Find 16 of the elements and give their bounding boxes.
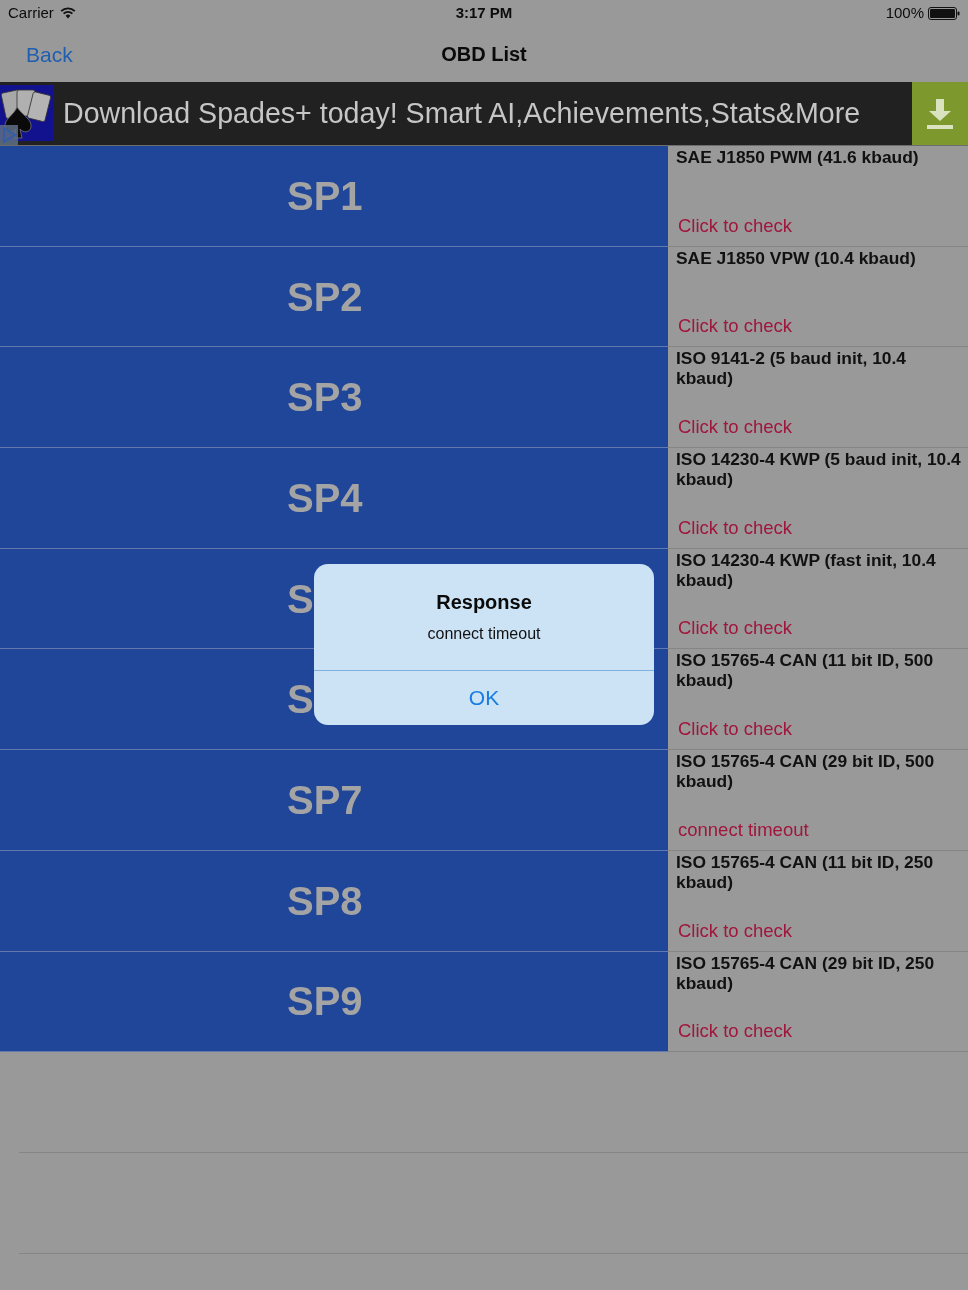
protocol-name: ISO 14230-4 KWP (fast init, 10.4 kbaud) bbox=[676, 549, 937, 590]
protocol-name: ISO 15765-4 CAN (29 bit ID, 250 kbaud) bbox=[676, 952, 936, 993]
alert-title: Response bbox=[436, 590, 532, 614]
carrier-label: Carrier bbox=[8, 2, 54, 23]
alert-message: connect timeout bbox=[427, 624, 541, 644]
protocol-name: ISO 14230-4 KWP (5 baud init, 10.4 kbaud) bbox=[676, 449, 962, 490]
protocol-name: ISO 9141-2 (5 baud init, 10.4 kbaud) bbox=[676, 348, 908, 389]
nav-title: OBD List bbox=[441, 42, 527, 67]
protocol-name: SAE J1850 PWM (41.6 kbaud) bbox=[676, 147, 920, 167]
protocol-name: ISO 15765-4 CAN (11 bit ID, 250 kbaud) bbox=[676, 851, 935, 892]
battery-percent: 100% bbox=[885, 2, 924, 23]
protocol-name: SAE J1850 VPW (10.4 kbaud) bbox=[676, 247, 917, 268]
protocol-name: ISO 15765-4 CAN (29 bit ID, 500 kbaud) bbox=[676, 751, 936, 792]
clock-time: 3:17 PM bbox=[455, 2, 513, 23]
protocol-name: ISO 15765-4 CAN (11 bit ID, 500 kbaud) bbox=[676, 650, 935, 691]
ad-text: Download Spades+ today! Smart AI,Achievements,Stats&More bbox=[63, 99, 861, 128]
